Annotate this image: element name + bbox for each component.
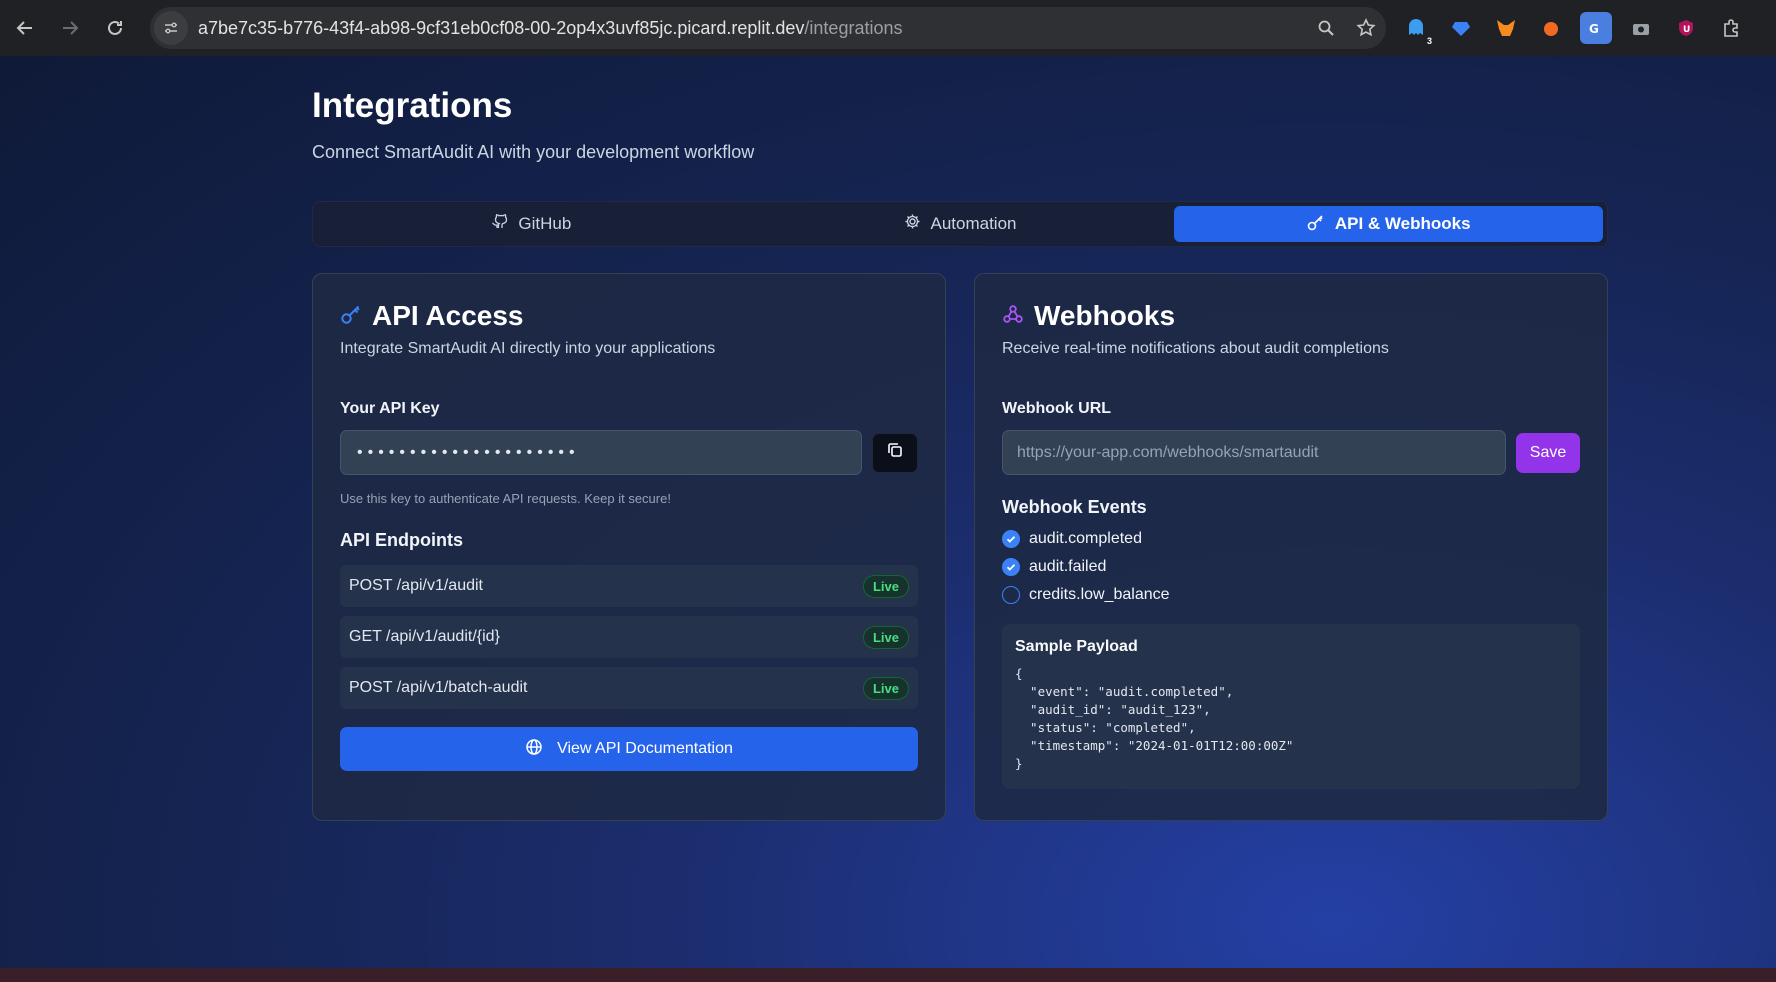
cards-row: API Access Integrate SmartAudit AI direc… bbox=[312, 273, 1608, 821]
api-card-title: API Access bbox=[372, 300, 524, 331]
taskbar-strip bbox=[0, 968, 1776, 982]
gear-icon bbox=[904, 213, 921, 235]
copy-api-key-button[interactable] bbox=[872, 432, 918, 473]
tab-github[interactable]: GitHub bbox=[317, 206, 746, 242]
webhooks-card-description: Receive real-time notifications about au… bbox=[1002, 340, 1389, 357]
endpoint-path: POST /api/v1/audit bbox=[349, 577, 483, 594]
event-checkbox-row[interactable]: audit.completed bbox=[1002, 530, 1580, 548]
webhook-url-input[interactable]: https://your-app.com/webhooks/smartaudit bbox=[1002, 430, 1506, 475]
tab-bar: GitHub Automation API & Webhooks bbox=[312, 201, 1608, 247]
event-checkbox-row[interactable]: audit.failed bbox=[1002, 558, 1580, 576]
extension-translate-icon[interactable]: G bbox=[1580, 12, 1612, 44]
webhook-icon bbox=[1002, 303, 1024, 330]
browser-toolbar: a7be7c35-b776-43f4-ab98-9cf31eb0cf08-00-… bbox=[0, 0, 1776, 56]
endpoint-row: GET /api/v1/audit/{id} Live bbox=[340, 616, 918, 658]
live-status-badge: Live bbox=[862, 625, 909, 649]
extensions-area: 3 G U bbox=[1400, 12, 1747, 46]
api-access-card: API Access Integrate SmartAudit AI direc… bbox=[312, 273, 946, 821]
endpoint-row: POST /api/v1/audit Live bbox=[340, 565, 918, 607]
api-key-row: ••••••••••••••••••••• bbox=[340, 430, 918, 475]
extension-badge: 3 bbox=[1426, 36, 1432, 46]
tab-api-webhooks[interactable]: API & Webhooks bbox=[1174, 206, 1604, 242]
view-api-docs-button[interactable]: View API Documentation bbox=[340, 727, 918, 771]
forward-icon[interactable] bbox=[50, 8, 90, 48]
bookmark-star-icon[interactable] bbox=[1346, 18, 1386, 38]
tab-api-webhooks-label: API & Webhooks bbox=[1334, 214, 1471, 233]
live-status-badge: Live bbox=[862, 574, 909, 598]
tab-automation[interactable]: Automation bbox=[746, 206, 1175, 242]
api-key-label: Your API Key bbox=[340, 400, 440, 417]
event-name: audit.failed bbox=[1029, 558, 1107, 575]
extensions-puzzle-icon[interactable] bbox=[1715, 12, 1747, 44]
page-background: Integrations Connect SmartAudit AI with … bbox=[0, 56, 1776, 968]
api-key-field[interactable]: ••••••••••••••••••••• bbox=[340, 430, 862, 475]
address-bar[interactable]: a7be7c35-b776-43f4-ab98-9cf31eb0cf08-00-… bbox=[150, 7, 1386, 49]
live-status-badge: Live bbox=[862, 676, 909, 700]
endpoint-row: POST /api/v1/batch-audit Live bbox=[340, 667, 918, 709]
event-name: credits.low_balance bbox=[1029, 586, 1170, 603]
api-key-hint: Use this key to authenticate API request… bbox=[340, 491, 671, 506]
key-icon bbox=[1307, 213, 1325, 236]
save-webhook-button[interactable]: Save bbox=[1516, 432, 1580, 473]
checkbox-checked-icon[interactable] bbox=[1002, 558, 1020, 576]
page-title: Integrations bbox=[312, 86, 513, 125]
checkbox-checked-icon[interactable] bbox=[1002, 530, 1020, 548]
view-api-docs-label: View API Documentation bbox=[557, 740, 733, 757]
copy-icon bbox=[886, 441, 904, 464]
endpoint-path: GET /api/v1/audit/{id} bbox=[349, 628, 500, 645]
tab-github-label: GitHub bbox=[518, 214, 572, 233]
api-card-description: Integrate SmartAudit AI directly into yo… bbox=[340, 340, 716, 357]
endpoint-path: POST /api/v1/batch-audit bbox=[349, 679, 528, 696]
extension-camera-icon[interactable] bbox=[1625, 12, 1657, 44]
globe-icon bbox=[525, 738, 543, 761]
url-host: a7be7c35-b776-43f4-ab98-9cf31eb0cf08-00-… bbox=[198, 17, 805, 38]
extension-ghost-icon[interactable]: 3 bbox=[1400, 12, 1432, 46]
tab-automation-label: Automation bbox=[930, 214, 1017, 233]
webhooks-card: Webhooks Receive real-time notifications… bbox=[974, 273, 1608, 821]
api-endpoints-title: API Endpoints bbox=[340, 530, 463, 550]
github-icon bbox=[491, 213, 508, 235]
api-card-header: API Access bbox=[340, 300, 918, 332]
svg-text:U: U bbox=[1683, 25, 1690, 35]
page-subtitle: Connect SmartAudit AI with your developm… bbox=[312, 142, 755, 162]
endpoint-list: POST /api/v1/audit Live GET /api/v1/audi… bbox=[340, 565, 918, 709]
webhook-url-label: Webhook URL bbox=[1002, 400, 1112, 417]
checkbox-unchecked-icon[interactable] bbox=[1002, 586, 1020, 604]
sample-payload-code: { "event": "audit.completed", "audit_id"… bbox=[1015, 666, 1294, 771]
webhooks-card-header: Webhooks bbox=[1002, 300, 1580, 332]
svg-text:G: G bbox=[1589, 22, 1599, 36]
back-icon[interactable] bbox=[5, 8, 45, 48]
webhook-events-list: audit.completed audit.failed credits.low… bbox=[1002, 530, 1580, 604]
extension-gem-icon[interactable] bbox=[1445, 12, 1477, 44]
url-text[interactable]: a7be7c35-b776-43f4-ab98-9cf31eb0cf08-00-… bbox=[198, 18, 1306, 39]
event-name: audit.completed bbox=[1029, 530, 1142, 547]
webhook-events-title: Webhook Events bbox=[1002, 497, 1147, 517]
webhook-url-row: https://your-app.com/webhooks/smartaudit… bbox=[1002, 430, 1580, 475]
site-info-icon[interactable] bbox=[154, 11, 188, 45]
zoom-icon[interactable] bbox=[1306, 19, 1346, 37]
event-checkbox-row[interactable]: credits.low_balance bbox=[1002, 586, 1580, 604]
extension-shield-icon[interactable]: U bbox=[1670, 12, 1702, 44]
sample-payload-title: Sample Payload bbox=[1015, 638, 1138, 655]
url-path: /integrations bbox=[804, 17, 903, 38]
extension-hand-icon[interactable] bbox=[1535, 12, 1567, 44]
reload-icon[interactable] bbox=[95, 8, 135, 48]
key-icon bbox=[340, 303, 362, 330]
sample-payload-box: Sample Payload { "event": "audit.complet… bbox=[1002, 624, 1580, 789]
integrations-content: Integrations Connect SmartAudit AI with … bbox=[312, 84, 1608, 821]
extension-fox-icon[interactable] bbox=[1490, 12, 1522, 44]
webhooks-card-title: Webhooks bbox=[1034, 300, 1176, 331]
